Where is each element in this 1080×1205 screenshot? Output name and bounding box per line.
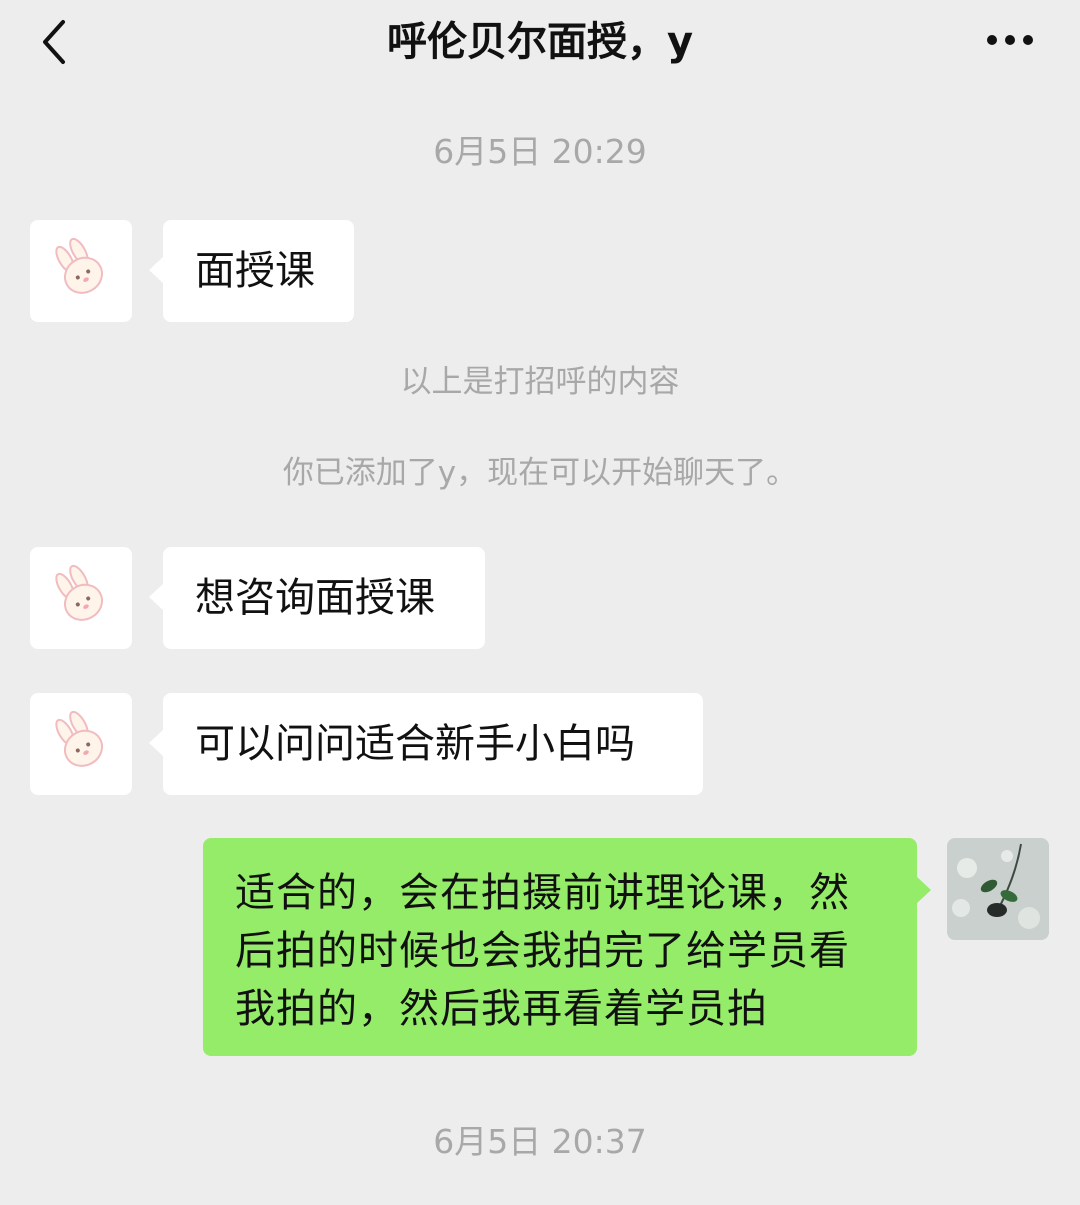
outgoing-message[interactable]: 适合的，会在拍摄前讲理论课，然后拍的时候也会我拍完了给学员看我拍的，然后我再看着…	[203, 838, 931, 1056]
system-notice: 以上是打招呼的内容	[400, 364, 680, 400]
bunny-avatar-icon	[55, 564, 104, 621]
more-button[interactable]	[975, 20, 1045, 60]
flower-photo-avatar-icon	[947, 838, 1049, 940]
incoming-message[interactable]: 可以问问适合新手小白吗	[149, 693, 703, 795]
incoming-message[interactable]: 想咨询面授课	[149, 547, 485, 649]
back-button[interactable]	[30, 12, 80, 72]
message-text: 适合的，会在拍摄前讲理论课，然后拍的时候也会我拍完了给学员看我拍的，然后我再看着…	[235, 870, 850, 1032]
bunny-avatar-icon	[55, 237, 104, 294]
contact-avatar[interactable]	[30, 547, 132, 649]
chat-title: 呼伦贝尔面授，y	[386, 19, 694, 65]
message-text: 可以问问适合新手小白吗	[195, 721, 635, 767]
bunny-avatar-icon	[55, 710, 104, 767]
incoming-message[interactable]: 面授课	[149, 220, 354, 322]
message-timestamp: 6月5日 20:29	[433, 132, 647, 171]
chevron-left-icon	[43, 20, 65, 64]
own-avatar[interactable]	[947, 838, 1049, 940]
contact-avatar[interactable]	[30, 693, 132, 795]
system-notice: 你已添加了y，现在可以开始聊天了。	[282, 455, 798, 491]
message-timestamp: 6月5日 20:37	[433, 1122, 647, 1161]
chat-header: 呼伦贝尔面授，y	[0, 0, 1080, 84]
contact-avatar[interactable]	[30, 220, 132, 322]
message-text: 面授课	[195, 248, 315, 294]
more-icon	[987, 35, 1033, 45]
message-text: 想咨询面授课	[195, 575, 435, 621]
